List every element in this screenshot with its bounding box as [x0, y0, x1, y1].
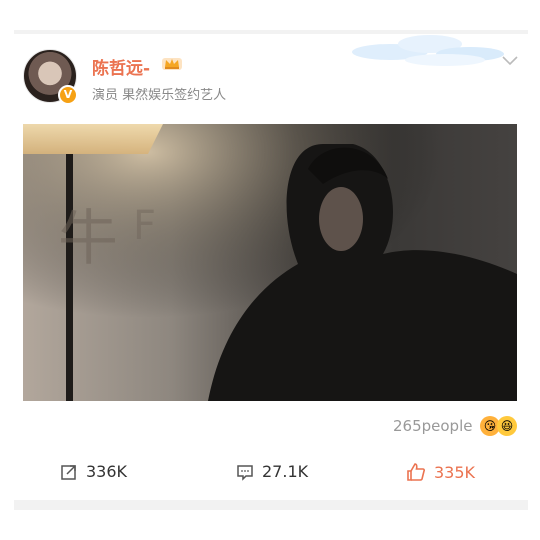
like-count: 335K	[434, 462, 476, 482]
chevron-down-icon[interactable]	[501, 55, 519, 67]
post-photo[interactable]: 牛 F	[23, 124, 517, 401]
comment-icon	[237, 464, 253, 481]
share-count: 336K	[86, 462, 128, 481]
comment-button[interactable]: 27.1K	[236, 462, 308, 481]
svg-text:牛: 牛	[58, 204, 118, 274]
reaction-count[interactable]: 265people	[393, 417, 472, 435]
comment-count: 27.1K	[262, 462, 309, 481]
previous-post-text-strip: ▔▔▔▔	[45, 0, 92, 10]
crown-badge-icon	[162, 58, 182, 70]
user-subtitle: 演员 果然娱乐签约艺人	[92, 88, 227, 103]
share-icon	[61, 464, 76, 480]
laugh-emoji-icon: 😆	[497, 416, 517, 436]
verified-badge-icon: V	[58, 85, 78, 105]
share-button[interactable]: 336K	[60, 462, 127, 481]
thumbs-up-icon	[407, 463, 425, 481]
photo-scene: 牛 F	[23, 124, 517, 401]
action-bar: 336K 27.1K 335K	[14, 450, 528, 500]
bottom-separator	[14, 500, 528, 510]
like-button[interactable]: 335K	[406, 462, 475, 482]
svg-text:F: F	[133, 203, 156, 249]
cloud-decoration	[352, 35, 504, 66]
username[interactable]: 陈哲远-	[92, 54, 150, 79]
